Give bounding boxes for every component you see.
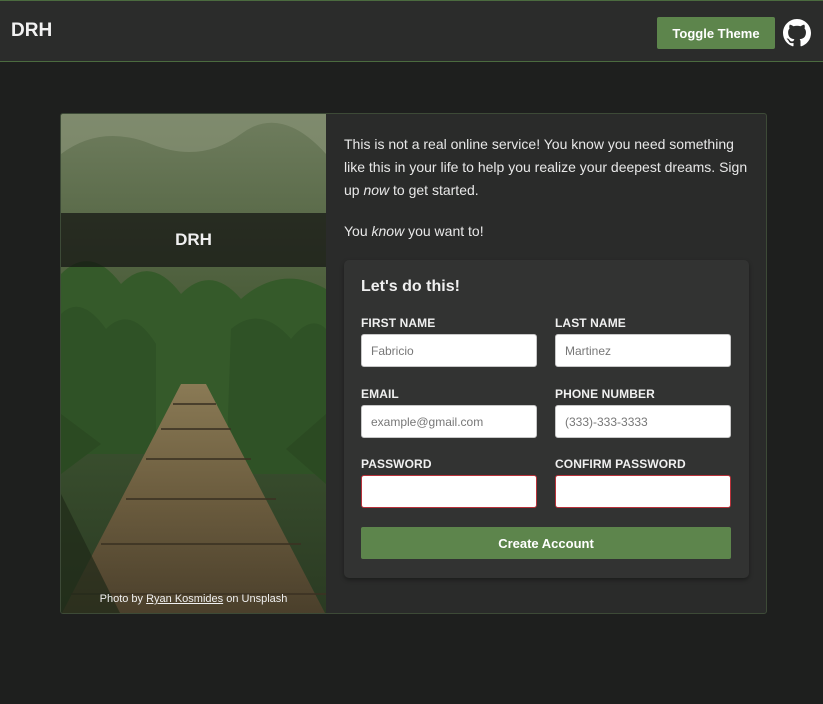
- intro-emphasis: know: [371, 223, 405, 239]
- github-icon[interactable]: [783, 19, 811, 47]
- first-name-label: FIRST NAME: [361, 316, 436, 330]
- credit-prefix: Photo by: [99, 593, 144, 605]
- confirm-password-input[interactable]: [555, 475, 731, 508]
- intro-paragraph-1: This is not a real online service! You k…: [344, 133, 749, 202]
- intro-paragraph-2: You know you want to!: [344, 220, 749, 243]
- last-name-input[interactable]: [555, 334, 731, 367]
- create-account-button[interactable]: Create Account: [361, 527, 731, 559]
- forest-boardwalk-photo: DRH Photo by Ryan Kosmides on Unsplash: [61, 114, 326, 613]
- credit-author-link[interactable]: Ryan Kosmides: [146, 593, 223, 605]
- photo-banner-title: DRH: [61, 213, 326, 267]
- intro-text-part: You: [344, 223, 372, 239]
- signup-card: DRH Photo by Ryan Kosmides on Unsplash T…: [60, 113, 767, 614]
- photo-credit: Photo by Ryan Kosmides on Unsplash: [61, 593, 326, 605]
- intro-text-part: you want to!: [404, 223, 484, 239]
- intro-text-part: to get started.: [389, 182, 479, 198]
- intro-text: This is not a real online service! You k…: [344, 133, 749, 261]
- top-navbar: DRH Toggle Theme: [0, 0, 823, 62]
- first-name-input[interactable]: [361, 334, 537, 367]
- intro-emphasis: now: [363, 182, 390, 198]
- phone-number-input[interactable]: [555, 405, 731, 438]
- brand-logo[interactable]: DRH: [11, 20, 52, 42]
- last-name-label: LAST NAME: [555, 316, 626, 330]
- confirm-password-label: CONFIRM PASSWORD: [555, 457, 686, 471]
- password-input[interactable]: [361, 475, 537, 508]
- email-input[interactable]: [361, 405, 537, 438]
- toggle-theme-button[interactable]: Toggle Theme: [657, 17, 775, 49]
- signup-form: Let's do this! FIRST NAME LAST NAME EMAI…: [344, 260, 749, 578]
- password-label: PASSWORD: [361, 457, 432, 471]
- form-title: Let's do this!: [361, 278, 460, 295]
- email-label: EMAIL: [361, 387, 399, 401]
- photo-illustration: [61, 114, 326, 613]
- phone-number-label: PHONE NUMBER: [555, 387, 655, 401]
- credit-suffix: on Unsplash: [226, 593, 288, 605]
